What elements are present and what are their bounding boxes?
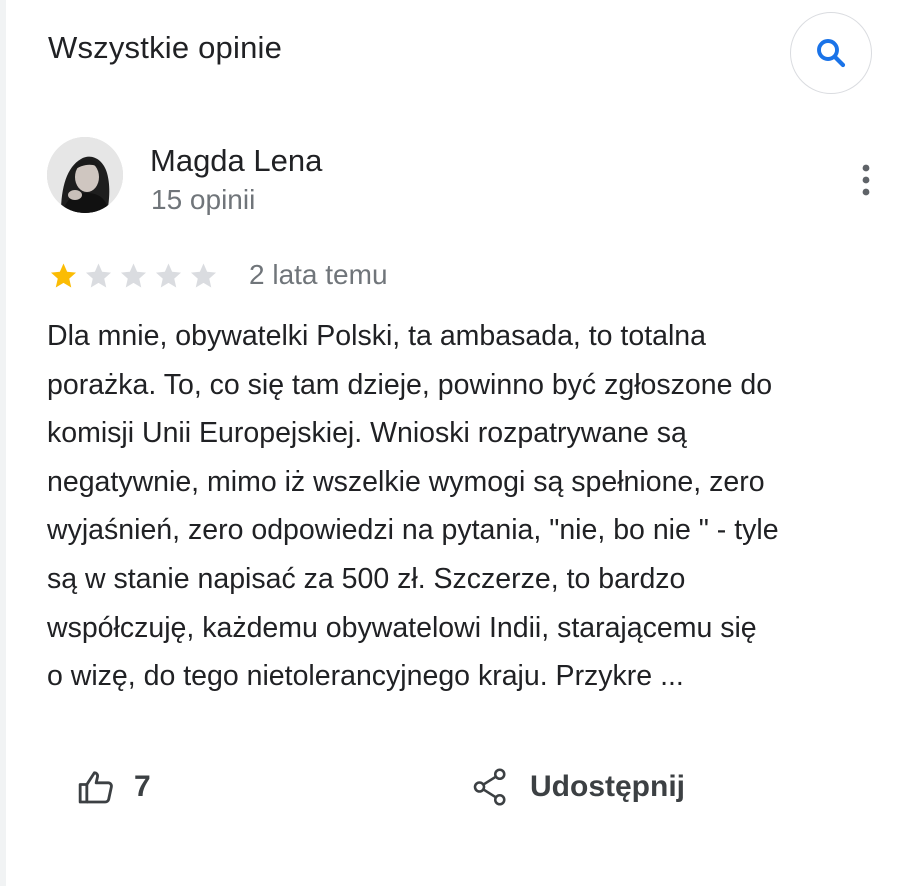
author-reviews-count: 15 opinii xyxy=(151,184,256,215)
like-count: 7 xyxy=(134,770,151,803)
review-text-line: współczuję, każdemu obywatelowi Indii, s… xyxy=(47,611,757,644)
star-filled-icon xyxy=(51,263,76,288)
page-title: Wszystkie opinie xyxy=(48,30,283,65)
review-time: 2 lata temu xyxy=(249,259,388,290)
star-empty-icon xyxy=(86,263,111,288)
review-text-line: komisji Unii Europejskiej. Wnioski rozpa… xyxy=(47,417,687,450)
review-text-line: o wizę, do tego nietolerancyjnego kraju.… xyxy=(47,660,684,693)
review-text-line: są w stanie napisać za 500 zł. Szczerze,… xyxy=(47,562,686,595)
thumb-up-icon xyxy=(78,771,113,804)
review-text-line: wyjaśnień, zero odpowiedzi na pytania, "… xyxy=(47,514,779,547)
search-icon xyxy=(817,39,846,68)
like-button[interactable]: 7 xyxy=(76,764,151,810)
review-text-line: Dla mnie, obywatelki Polski, ta ambasada… xyxy=(47,320,707,352)
avatar[interactable] xyxy=(47,137,123,213)
star-rating xyxy=(48,261,219,291)
author-name[interactable]: Magda Lena xyxy=(150,143,322,179)
review-text-line: negatywnie, mimo iż wszelkie wymogi są s… xyxy=(47,465,765,498)
search-button[interactable] xyxy=(790,12,872,94)
share-label: Udostępnij xyxy=(530,770,685,803)
star-empty-icon xyxy=(191,263,216,288)
frame-edge xyxy=(0,0,6,886)
star-empty-icon xyxy=(121,263,146,288)
share-icon xyxy=(473,768,506,806)
more-options-button[interactable] xyxy=(846,158,886,202)
avatar-photo xyxy=(47,137,123,213)
review-text-line: porażka. To, co się tam dzieje, powinno … xyxy=(47,368,773,401)
share-button[interactable]: Udostępnij xyxy=(472,764,685,810)
more-vert-icon xyxy=(862,164,870,196)
star-empty-icon xyxy=(156,263,181,288)
review-text: Dla mnie, obywatelki Polski, ta ambasada… xyxy=(47,312,877,701)
